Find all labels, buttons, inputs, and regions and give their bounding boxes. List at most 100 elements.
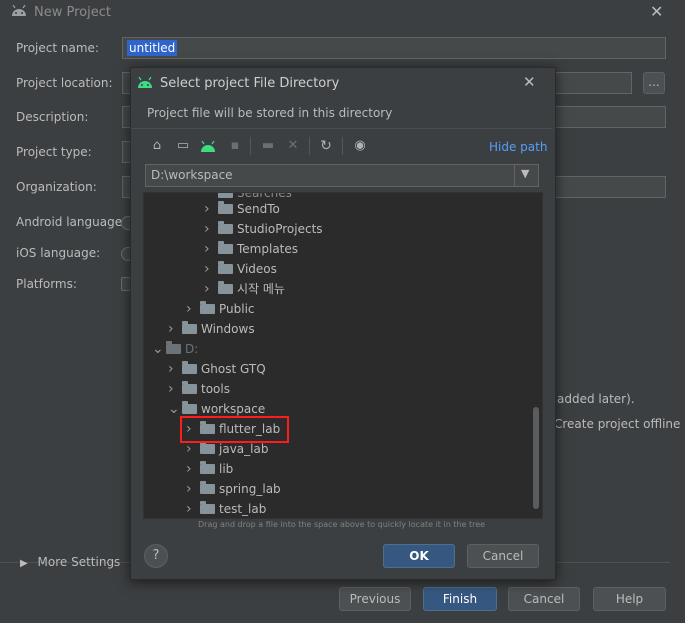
tree-item[interactable]: › Windows (168, 319, 255, 339)
finish-button[interactable]: Finish (423, 587, 497, 611)
toolbar-separator (342, 137, 343, 155)
desktop-icon[interactable]: ▭ (175, 138, 191, 154)
show-hidden-icon[interactable]: ◉ (352, 138, 368, 154)
new-folder-icon[interactable]: ▬ (260, 138, 276, 154)
chevron-right-icon[interactable]: › (186, 499, 200, 518)
directory-tree[interactable]: Searches › SendTo › StudioProjects › Template… (143, 192, 543, 519)
project-location-label: Project location: (16, 76, 113, 90)
chevron-right-icon[interactable]: › (168, 379, 182, 399)
tree-item-label: 시작 메뉴 (237, 282, 285, 296)
tree-item-label: workspace (201, 402, 266, 416)
chevron-right-icon[interactable]: › (204, 279, 218, 299)
tree-item[interactable]: › lib (186, 459, 233, 479)
tree-item-label: Ghost GTQ (201, 362, 266, 376)
offline-label: Create project offline (554, 417, 681, 431)
more-settings-toggle[interactable]: ▶ More Settings (20, 555, 120, 569)
footer-cancel-button[interactable]: Cancel (508, 587, 580, 611)
tree-item-label: java_lab (219, 442, 269, 456)
tree-item[interactable]: › Videos (204, 259, 277, 279)
folder-icon (182, 321, 197, 334)
chevron-right-icon[interactable]: › (204, 259, 218, 279)
android-icon (12, 5, 26, 16)
chevron-right-icon[interactable]: › (186, 479, 200, 499)
tree-item[interactable]: › Templates (204, 239, 298, 259)
ios-language-label: iOS language: (16, 246, 101, 260)
ok-button[interactable]: OK (383, 544, 455, 568)
organization-label: Organization: (16, 180, 97, 194)
project-type-label: Project type: (16, 145, 92, 159)
chevron-right-icon[interactable]: › (168, 319, 182, 339)
tree-item[interactable]: › test_lab (186, 499, 267, 518)
dialog-help-button[interactable]: ? (144, 544, 168, 568)
highlight-box (180, 416, 289, 443)
hide-path-link[interactable]: Hide path (489, 140, 547, 154)
tree-item-label: StudioProjects (237, 222, 323, 236)
tree-item[interactable]: › StudioProjects (204, 219, 323, 239)
added-later-text: added later). (557, 392, 635, 406)
previous-button[interactable]: Previous (339, 587, 411, 611)
tree-item-label: lib (219, 462, 234, 476)
path-combobox[interactable]: D:\workspace ▼ (145, 164, 539, 187)
dialog-title: Select project File Directory (160, 76, 340, 91)
platforms-label: Platforms: (16, 277, 77, 291)
tree-item[interactable]: › 시작 메뉴 (204, 279, 285, 299)
drive-icon (166, 341, 181, 354)
window-title: New Project (34, 5, 111, 20)
folder-icon (200, 441, 215, 454)
chevron-down-icon[interactable]: ▼ (521, 167, 529, 180)
tree-item-label: test_lab (219, 502, 267, 516)
android-icon (138, 77, 152, 88)
folder-icon (182, 381, 197, 394)
tree-item-label: SendTo (237, 202, 280, 216)
help-button[interactable]: Help (593, 587, 666, 611)
folder-icon (218, 261, 233, 274)
combo-divider (514, 165, 515, 186)
chevron-right-icon[interactable]: › (204, 219, 218, 239)
folder-icon (218, 193, 233, 198)
project-name-label: Project name: (16, 41, 99, 55)
tree-item[interactable]: › spring_lab (186, 479, 281, 499)
tree-item-label: Templates (237, 242, 299, 256)
folder-icon (182, 361, 197, 374)
project-name-input[interactable]: untitled (122, 37, 666, 59)
chevron-down-icon[interactable]: ⌄ (152, 339, 166, 359)
folder-icon (218, 201, 233, 214)
tree-item[interactable]: › Public (186, 299, 255, 319)
tree-item[interactable]: › Ghost GTQ (168, 359, 266, 379)
tree-scrollbar[interactable] (533, 407, 539, 509)
folder-icon (200, 501, 215, 514)
tree-item[interactable]: › tools (168, 379, 230, 399)
tree-item-label: tools (201, 382, 230, 396)
close-icon[interactable]: ✕ (650, 2, 663, 21)
delete-icon[interactable]: ✕ (285, 138, 301, 154)
dialog-cancel-button[interactable]: Cancel (467, 544, 539, 568)
tree-item-label: Videos (237, 262, 277, 276)
folder-icon (200, 301, 215, 314)
more-settings-label: More Settings (37, 555, 121, 569)
refresh-icon[interactable]: ↻ (318, 138, 334, 154)
home-icon[interactable]: ⌂ (149, 138, 165, 154)
chevron-right-icon[interactable]: › (186, 299, 200, 319)
dialog-close-icon[interactable]: ✕ (523, 73, 536, 91)
browse-button[interactable]: ... (643, 72, 665, 94)
module-icon[interactable]: ▪ (227, 138, 243, 154)
tree-item[interactable]: ⌄ D: (152, 339, 198, 359)
folder-icon (200, 481, 215, 494)
chevron-right-icon[interactable]: › (204, 239, 218, 259)
chevron-right-icon[interactable]: › (186, 459, 200, 479)
chevron-right-icon[interactable]: › (204, 199, 218, 219)
description-label: Description: (16, 110, 89, 124)
folder-icon (218, 221, 233, 234)
folder-icon (218, 241, 233, 254)
dialog-divider (131, 128, 553, 129)
tree-item[interactable]: › SendTo (204, 199, 280, 219)
tree-item-label: Public (219, 302, 255, 316)
chevron-right-icon[interactable]: › (168, 359, 182, 379)
tree-item-label: D: (185, 342, 199, 356)
android-language-label: Android language: (16, 215, 127, 229)
dialog-subtitle: Project file will be stored in this dire… (147, 106, 393, 120)
window-titlebar: New Project ✕ (0, 0, 685, 26)
android-icon[interactable] (200, 141, 216, 153)
folder-icon (200, 461, 215, 474)
toolbar-separator (309, 137, 310, 155)
